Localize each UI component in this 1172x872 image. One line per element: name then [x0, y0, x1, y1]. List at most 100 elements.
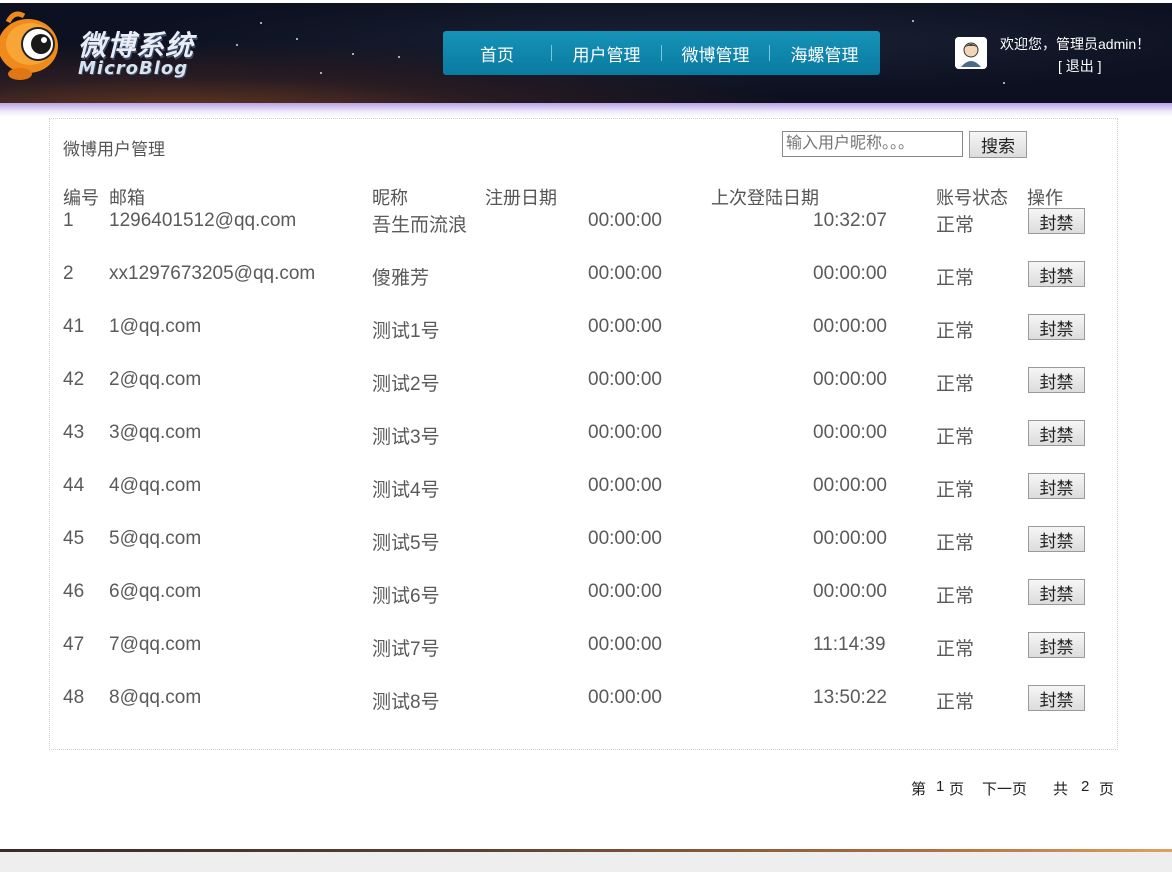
cell-status: 正常	[936, 321, 975, 342]
cell-status: 正常	[936, 586, 975, 607]
cell-nickname: 测试6号	[372, 586, 440, 607]
welcome-text: 欢迎您，管理员admin！	[1000, 36, 1151, 52]
star-decoration	[912, 20, 914, 22]
star-decoration	[1003, 82, 1005, 84]
cell-nickname: 测试8号	[372, 692, 440, 713]
cell-email: 8@qq.com	[109, 687, 202, 708]
column-header-id: 编号	[63, 188, 99, 208]
cell-last-login: 13:50:22	[813, 687, 887, 708]
cell-id: 42	[63, 369, 85, 390]
footer	[0, 852, 1172, 872]
nav-item-home[interactable]: 首页	[443, 41, 551, 66]
star-decoration	[236, 44, 238, 46]
ban-button[interactable]: 封禁	[1028, 261, 1085, 287]
star-decoration	[398, 56, 400, 58]
cell-status: 正常	[936, 639, 975, 660]
cell-nickname: 傻雅芳	[372, 268, 430, 289]
logout-link[interactable]: [ 退出 ]	[1058, 56, 1102, 76]
cell-nickname: 测试4号	[372, 480, 440, 501]
nav-item-weibo-management[interactable]: 微博管理	[662, 41, 769, 66]
cell-status: 正常	[936, 533, 975, 554]
pager-total-suffix: 页	[1099, 781, 1115, 798]
cell-email: 6@qq.com	[109, 581, 202, 602]
cell-nickname: 吾生而流浪	[372, 215, 468, 236]
cell-status: 正常	[936, 692, 975, 713]
search-input[interactable]	[782, 131, 963, 157]
star-decoration	[260, 22, 262, 24]
cell-last-login: 00:00:00	[813, 263, 887, 284]
ban-button[interactable]: 封禁	[1028, 314, 1085, 340]
cell-last-login: 00:00:00	[813, 422, 887, 443]
cell-email: 4@qq.com	[109, 475, 202, 496]
pager-total-prefix: 共	[1053, 781, 1069, 798]
cell-register-date: 00:00:00	[588, 528, 662, 549]
cell-nickname: 测试3号	[372, 427, 440, 448]
nav-item-user-management[interactable]: 用户管理	[552, 41, 661, 66]
cell-last-login: 10:32:07	[813, 210, 887, 231]
column-header-nickname: 昵称	[372, 188, 408, 208]
ban-button[interactable]: 封禁	[1028, 208, 1085, 234]
column-header-status: 账号状态	[936, 188, 1008, 208]
cell-last-login: 00:00:00	[813, 369, 887, 390]
cell-status: 正常	[936, 427, 975, 448]
header-glow-divider	[0, 103, 1172, 117]
cell-id: 46	[63, 581, 85, 602]
cell-last-login: 00:00:00	[813, 475, 887, 496]
cell-status: 正常	[936, 374, 975, 395]
cell-email: 7@qq.com	[109, 634, 202, 655]
cell-register-date: 00:00:00	[588, 422, 662, 443]
cell-last-login: 11:14:39	[813, 634, 886, 655]
cell-status: 正常	[936, 268, 975, 289]
cell-register-date: 00:00:00	[588, 263, 662, 284]
cell-nickname: 测试1号	[372, 321, 440, 342]
cell-status: 正常	[936, 480, 975, 501]
column-header-email: 邮箱	[109, 188, 145, 208]
avatar[interactable]	[955, 37, 987, 69]
ban-button[interactable]: 封禁	[1028, 420, 1085, 446]
main-nav: 首页 用户管理 微博管理 海螺管理	[443, 31, 880, 75]
user-avatar-icon	[955, 37, 987, 69]
cell-register-date: 00:00:00	[588, 475, 662, 496]
cell-register-date: 00:00:00	[588, 581, 662, 602]
cell-register-date: 00:00:00	[588, 687, 662, 708]
star-decoration	[352, 53, 354, 55]
column-header-register-date: 注册日期	[485, 188, 557, 208]
cell-last-login: 00:00:00	[813, 316, 887, 337]
cell-last-login: 00:00:00	[813, 528, 887, 549]
search-button[interactable]: 搜索	[969, 131, 1027, 158]
ban-button[interactable]: 封禁	[1028, 367, 1085, 393]
ban-button[interactable]: 封禁	[1028, 579, 1085, 605]
cell-id: 44	[63, 475, 85, 496]
cell-id: 41	[63, 316, 85, 337]
cell-id: 47	[63, 634, 85, 655]
cell-email: 5@qq.com	[109, 528, 202, 549]
cell-email: 1@qq.com	[109, 316, 202, 337]
cell-id: 2	[63, 263, 74, 284]
column-header-last-login: 上次登陆日期	[711, 188, 819, 208]
cell-email: 2@qq.com	[109, 369, 202, 390]
cell-email: xx1297673205@qq.com	[109, 263, 316, 284]
pager-total-pages: 2	[1081, 778, 1090, 795]
page-title: 微博用户管理	[63, 140, 165, 159]
ban-button[interactable]: 封禁	[1028, 526, 1085, 552]
ban-button[interactable]: 封禁	[1028, 685, 1085, 711]
fish-eye-mascot-icon	[0, 11, 58, 80]
pager-next-link[interactable]: 下一页	[982, 778, 1027, 799]
column-header-action: 操作	[1027, 188, 1063, 208]
cell-id: 45	[63, 528, 85, 549]
cell-register-date: 00:00:00	[588, 369, 662, 390]
pager-page-suffix: 页	[949, 781, 965, 798]
cell-id: 43	[63, 422, 85, 443]
brand-logo[interactable]: 微博系统 MicroBlog	[0, 6, 200, 96]
cell-id: 48	[63, 687, 85, 708]
cell-last-login: 00:00:00	[813, 581, 887, 602]
ban-button[interactable]: 封禁	[1028, 632, 1085, 658]
nav-item-conch-management[interactable]: 海螺管理	[770, 41, 879, 66]
ban-button[interactable]: 封禁	[1028, 473, 1085, 499]
star-decoration	[320, 72, 322, 74]
pager-page-prefix: 第	[911, 781, 927, 798]
brand-subtitle: MicroBlog	[78, 58, 189, 79]
cell-email: 1296401512@qq.com	[109, 210, 297, 231]
cell-nickname: 测试2号	[372, 374, 440, 395]
header-top-strip	[0, 0, 1172, 3]
